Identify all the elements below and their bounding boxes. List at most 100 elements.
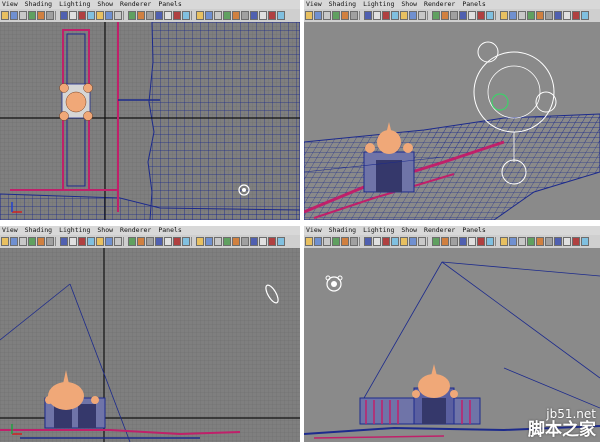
toolbar-tool-icon[interactable] (232, 237, 240, 246)
menu-shading[interactable]: Shading (25, 226, 52, 234)
toolbar-tool-icon[interactable] (314, 237, 322, 246)
toolbar-tool-icon[interactable] (114, 237, 122, 246)
toolbar-tool-icon[interactable] (1, 237, 9, 246)
toolbar-tool-icon[interactable] (418, 11, 426, 20)
toolbar-tool-icon[interactable] (78, 237, 86, 246)
toolbar-tool-icon[interactable] (155, 11, 163, 20)
toolbar-tool-icon[interactable] (250, 237, 258, 246)
menu-panels[interactable]: Panels (462, 226, 485, 234)
toolbar-tool-icon[interactable] (323, 11, 331, 20)
toolbar-tool-icon[interactable] (459, 237, 467, 246)
toolbar-tool-icon[interactable] (468, 11, 476, 20)
toolbar-tool-icon[interactable] (581, 11, 589, 20)
toolbar-tool-icon[interactable] (536, 237, 544, 246)
toolbar-tool-icon[interactable] (500, 11, 508, 20)
toolbar-tool-icon[interactable] (341, 237, 349, 246)
toolbar-tool-icon[interactable] (459, 11, 467, 20)
toolbar-tool-icon[interactable] (554, 11, 562, 20)
toolbar-tool-icon[interactable] (350, 237, 358, 246)
toolbar-tool-icon[interactable] (205, 11, 213, 20)
toolbar-tool-icon[interactable] (105, 237, 113, 246)
toolbar-tool-icon[interactable] (518, 237, 526, 246)
toolbar-tool-icon[interactable] (391, 11, 399, 20)
toolbar-tool-icon[interactable] (409, 11, 417, 20)
toolbar-tool-icon[interactable] (28, 11, 36, 20)
toolbar-tool-icon[interactable] (241, 237, 249, 246)
toolbar-tool-icon[interactable] (332, 11, 340, 20)
menu-lighting[interactable]: Lighting (363, 226, 394, 234)
toolbar-tool-icon[interactable] (60, 11, 68, 20)
toolbar-tool-icon[interactable] (232, 11, 240, 20)
toolbar-tool-icon[interactable] (500, 237, 508, 246)
menu-shading[interactable]: Shading (329, 226, 356, 234)
toolbar-tool-icon[interactable] (105, 11, 113, 20)
toolbar-tool-icon[interactable] (527, 237, 535, 246)
menu-show[interactable]: Show (401, 226, 417, 234)
toolbar-tool-icon[interactable] (196, 11, 204, 20)
toolbar-tool-icon[interactable] (364, 237, 372, 246)
toolbar-tool-icon[interactable] (173, 11, 181, 20)
toolbar-tool-icon[interactable] (268, 237, 276, 246)
toolbar-tool-icon[interactable] (432, 237, 440, 246)
toolbar-tool-icon[interactable] (155, 237, 163, 246)
toolbar-tool-icon[interactable] (164, 237, 172, 246)
toolbar-tool-icon[interactable] (1, 11, 9, 20)
toolbar-tool-icon[interactable] (87, 237, 95, 246)
menu-renderer[interactable]: Renderer (120, 0, 151, 8)
toolbar-tool-icon[interactable] (19, 237, 27, 246)
toolbar-tool-icon[interactable] (441, 11, 449, 20)
menu-renderer[interactable]: Renderer (424, 226, 455, 234)
toolbar-tool-icon[interactable] (10, 237, 18, 246)
toolbar-tool-icon[interactable] (418, 237, 426, 246)
toolbar-tool-icon[interactable] (173, 237, 181, 246)
toolbar-tool-icon[interactable] (96, 237, 104, 246)
toolbar-tool-icon[interactable] (391, 237, 399, 246)
toolbar-tool-icon[interactable] (350, 11, 358, 20)
toolbar-tool-icon[interactable] (373, 237, 381, 246)
toolbar-tool-icon[interactable] (137, 237, 145, 246)
toolbar-tool-icon[interactable] (572, 11, 580, 20)
toolbar-tool-icon[interactable] (332, 237, 340, 246)
toolbar-tool-icon[interactable] (259, 11, 267, 20)
toolbar-tool-icon[interactable] (432, 11, 440, 20)
toolbar-tool-icon[interactable] (60, 237, 68, 246)
toolbar-tool-icon[interactable] (563, 11, 571, 20)
toolbar-tool-icon[interactable] (518, 11, 526, 20)
toolbar-tool-icon[interactable] (277, 237, 285, 246)
toolbar-tool-icon[interactable] (409, 237, 417, 246)
toolbar-tool-icon[interactable] (128, 237, 136, 246)
menu-lighting[interactable]: Lighting (59, 226, 90, 234)
toolbar-tool-icon[interactable] (182, 237, 190, 246)
toolbar-tool-icon[interactable] (305, 237, 313, 246)
toolbar-tool-icon[interactable] (400, 11, 408, 20)
toolbar-tool-icon[interactable] (69, 237, 77, 246)
toolbar-tool-icon[interactable] (250, 11, 258, 20)
toolbar-tool-icon[interactable] (114, 11, 122, 20)
toolbar-tool-icon[interactable] (450, 237, 458, 246)
menu-lighting[interactable]: Lighting (59, 0, 90, 8)
menu-panels[interactable]: Panels (158, 0, 181, 8)
menu-panels[interactable]: Panels (158, 226, 181, 234)
toolbar-tool-icon[interactable] (477, 11, 485, 20)
toolbar-tool-icon[interactable] (527, 11, 535, 20)
toolbar-tool-icon[interactable] (241, 11, 249, 20)
toolbar-tool-icon[interactable] (509, 11, 517, 20)
toolbar-tool-icon[interactable] (400, 237, 408, 246)
toolbar-tool-icon[interactable] (373, 11, 381, 20)
toolbar-tool-icon[interactable] (146, 11, 154, 20)
menu-show[interactable]: Show (97, 226, 113, 234)
toolbar-tool-icon[interactable] (164, 11, 172, 20)
toolbar-tool-icon[interactable] (450, 11, 458, 20)
menu-renderer[interactable]: Renderer (424, 0, 455, 8)
viewport-front[interactable]: View Shading Lighting Show Renderer Panels (0, 226, 300, 442)
toolbar-tool-icon[interactable] (19, 11, 27, 20)
toolbar-tool-icon[interactable] (146, 237, 154, 246)
menu-shading[interactable]: Shading (25, 0, 52, 8)
menu-renderer[interactable]: Renderer (120, 226, 151, 234)
toolbar-tool-icon[interactable] (214, 11, 222, 20)
toolbar-tool-icon[interactable] (554, 237, 562, 246)
menu-view[interactable]: View (2, 0, 18, 8)
menu-view[interactable]: View (306, 226, 322, 234)
toolbar-tool-icon[interactable] (78, 11, 86, 20)
menu-view[interactable]: View (306, 0, 322, 8)
